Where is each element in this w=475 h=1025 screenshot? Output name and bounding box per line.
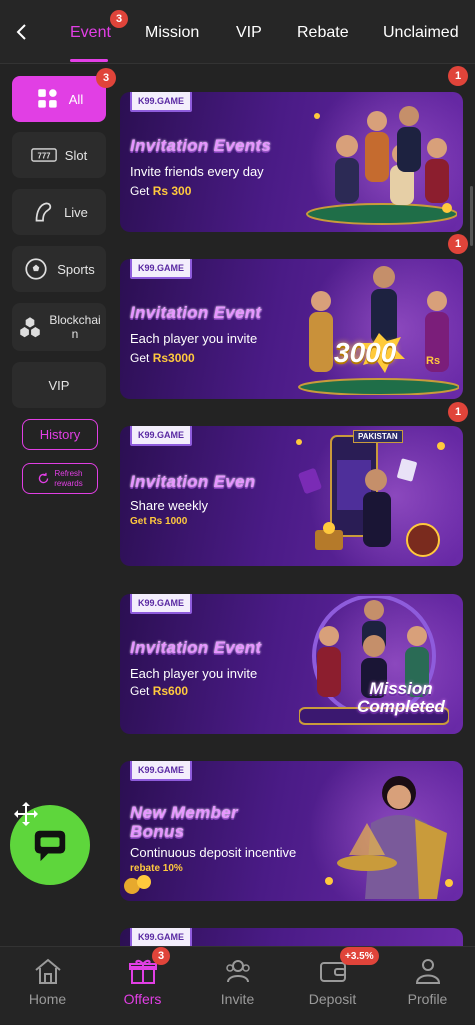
nav-label: Invite [220, 991, 255, 1007]
nav-label: Profile [407, 991, 448, 1007]
banner-title: Invitation Even [130, 472, 256, 491]
banner-amount: Get Rs 1000 [130, 516, 188, 527]
users-icon [225, 960, 250, 983]
nav-profile[interactable]: Profile [380, 947, 475, 1025]
jackpot-currency-art: Rs [426, 355, 441, 367]
sidebar-item-label: Blockchai n [49, 313, 101, 341]
soccer-ball-icon [25, 258, 47, 280]
banner-badge: 1 [448, 234, 468, 254]
tab-event-badge: 3 [110, 10, 128, 28]
sidebar-item-blockchain[interactable]: Blockchai n [12, 303, 106, 351]
nav-label: Home [28, 991, 67, 1007]
sidebar-item-label: Slot [64, 147, 88, 163]
slot-machine-illustration [296, 435, 445, 557]
nav-label: Offers [123, 991, 162, 1007]
bottom-navigation: Home Offers 3 Invite Deposit +3.5% Profi… [0, 946, 475, 1024]
back-arrow-icon[interactable] [10, 20, 34, 44]
tab-vip[interactable]: VIP [236, 24, 262, 42]
slot-777-icon: 777 [31, 148, 57, 162]
event-banner[interactable]: K99.GAME Invitation Event Each player yo… [120, 259, 463, 399]
brand-tag: K99.GAME [130, 928, 192, 948]
banner-title: New Member Bonus [130, 803, 238, 841]
jackpot-amount-art: 3000 [334, 337, 397, 368]
brand-tag: K99.GAME [130, 259, 192, 279]
banner-amount: Get Rs 300 [130, 184, 192, 198]
sidebar-item-live[interactable]: Live [12, 189, 106, 235]
sidebar-item-sports[interactable]: Sports [12, 246, 106, 292]
sidebar-item-vip[interactable]: VIP [12, 362, 106, 408]
drag-move-icon[interactable] [12, 800, 40, 828]
tab-rebate[interactable]: Rebate [297, 24, 349, 42]
banner-title: Invitation Event [130, 638, 262, 657]
refresh-icon [39, 472, 49, 484]
event-banner[interactable]: K99.GAME [120, 928, 463, 948]
jackpot-people-illustration [298, 266, 459, 395]
woman-with-diya-illustration [325, 776, 453, 899]
event-banner[interactable]: K99.GAME New Member Bonus Continuous dep… [120, 761, 463, 901]
refresh-rewards-label: Refresh rewards [54, 468, 83, 488]
live-dealer-icon [35, 202, 52, 222]
tab-mission[interactable]: Mission [145, 24, 199, 42]
pakistan-sign-art: PAKISTAN [353, 430, 403, 443]
tab-unclaimed[interactable]: Unclaimed [383, 24, 459, 42]
nav-invite[interactable]: Invite [190, 947, 285, 1025]
chat-bubble-icon [34, 830, 66, 862]
sidebar-item-label: Sports [57, 261, 95, 277]
sidebar-item-slot[interactable]: 777 Slot [12, 132, 106, 178]
sidebar-item-label: Live [64, 204, 88, 220]
banner-description: Continuous deposit incentive [130, 845, 297, 860]
grid-icon [38, 89, 57, 108]
sidebar-item-all[interactable]: All [12, 76, 106, 122]
coins-decoration-icon [124, 875, 151, 894]
person-icon [415, 959, 440, 984]
nav-label: Deposit [308, 991, 357, 1007]
banner-description: Each player you invite [130, 331, 258, 346]
banner-description: Each player you invite [130, 666, 258, 681]
history-label: History [39, 427, 81, 442]
event-banner[interactable]: K99.GAME Invitation Event Each player yo… [120, 594, 463, 734]
event-banner[interactable]: K99.GAME Invitation Even Share weekly Ge… [120, 426, 463, 566]
nav-offers[interactable]: Offers [95, 947, 190, 1025]
banner-title: Invitation Events [130, 136, 272, 155]
scrollbar[interactable] [470, 186, 473, 246]
brand-tag: K99.GAME [130, 92, 192, 112]
svg-text:777: 777 [37, 151, 50, 160]
brand-tag: K99.GAME [130, 761, 192, 781]
banner-amount: Get Rs600 [130, 684, 189, 698]
nav-home[interactable]: Home [0, 947, 95, 1025]
home-icon [34, 958, 61, 984]
brand-tag: K99.GAME [130, 594, 192, 614]
brand-tag: K99.GAME [130, 426, 192, 446]
refresh-rewards-button[interactable]: Refresh rewards [22, 463, 98, 494]
tab-event[interactable]: Event [70, 24, 111, 42]
sidebar-all-badge: 3 [96, 68, 116, 88]
blockchain-icon [20, 317, 41, 338]
banner-description: Share weekly [130, 498, 209, 513]
banner-badge: 1 [448, 66, 468, 86]
casino-people-illustration [306, 106, 457, 225]
deposit-bonus-badge: +3.5% [340, 947, 379, 965]
banner-title: Invitation Event [130, 303, 262, 322]
offers-badge: 3 [152, 947, 170, 965]
history-button[interactable]: History [22, 419, 98, 450]
sidebar-item-label: VIP [48, 377, 70, 393]
top-bar: Event 3 Mission VIP Rebate Unclaimed [0, 0, 475, 64]
event-banner[interactable]: K99.GAME Invitation Events Invite friend… [120, 92, 463, 232]
active-tab-indicator [70, 59, 108, 62]
sidebar-item-label: All [68, 91, 84, 107]
mission-completed-art: Mission Completed [357, 679, 445, 716]
banner-amount: Get Rs3000 [130, 351, 195, 365]
banner-description: Invite friends every day [130, 164, 264, 179]
banner-badge: 1 [448, 402, 468, 422]
